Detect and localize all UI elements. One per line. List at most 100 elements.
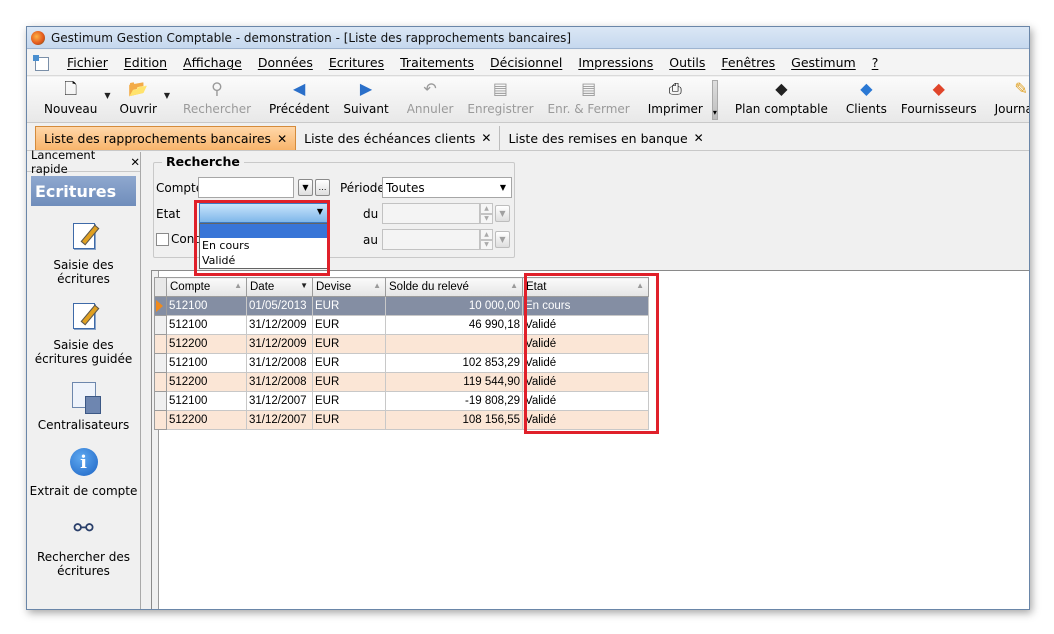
filter-dropdown-icon[interactable]: ▼ xyxy=(300,281,308,290)
table-row[interactable]: 512200 31/12/2009 EUR Validé xyxy=(154,334,649,354)
nouveau-dropdown-icon[interactable]: ▼ xyxy=(104,91,110,100)
du-date-input[interactable] xyxy=(382,203,480,224)
menu-gestimum[interactable]: Gestimum xyxy=(783,55,864,70)
enr-fermer-button[interactable]: ▤ Enr. & Fermer xyxy=(541,76,637,122)
saisie-ecritures-item[interactable]: Saisie des écritures xyxy=(27,220,140,286)
tab-remises-banque[interactable]: Liste des remises en banque ✕ xyxy=(500,126,711,150)
cell-solde[interactable]: 10 000,00 xyxy=(385,296,523,316)
cell-devise[interactable]: EUR xyxy=(312,353,386,373)
cell-etat[interactable]: Validé xyxy=(522,334,649,354)
periode-select[interactable]: Toutes ▼ xyxy=(382,177,512,198)
imprimer-button[interactable]: ⎙ Imprimer xyxy=(641,76,710,122)
ouvrir-button[interactable]: 📂 Ouvrir xyxy=(113,76,164,122)
compte-input[interactable] xyxy=(198,177,294,198)
cell-compte[interactable]: 512100 xyxy=(166,391,247,411)
clients-button[interactable]: ◆ Clients xyxy=(839,76,894,122)
cell-compte[interactable]: 512100 xyxy=(166,353,247,373)
close-icon[interactable]: ✕ xyxy=(277,132,287,146)
cell-compte[interactable]: 512200 xyxy=(166,372,247,392)
precedent-button[interactable]: ◀ Précédent xyxy=(262,76,336,122)
etat-select[interactable]: ▼ xyxy=(199,203,329,223)
cell-devise[interactable]: EUR xyxy=(312,410,386,430)
menu-decisionnel[interactable]: Décisionnel xyxy=(482,55,570,70)
menu-help[interactable]: ? xyxy=(864,55,887,70)
cell-compte[interactable]: 512100 xyxy=(166,315,247,335)
cell-solde[interactable] xyxy=(385,334,523,354)
rechercher-button[interactable]: ⚲ Rechercher xyxy=(176,76,258,122)
menu-donnees[interactable]: Données xyxy=(250,55,321,70)
etat-option-valide[interactable]: Validé xyxy=(200,253,328,268)
cell-solde[interactable]: 46 990,18 xyxy=(385,315,523,335)
plan-comptable-button[interactable]: ◆ Plan comptable xyxy=(728,76,835,122)
table-row[interactable]: 512200 31/12/2007 EUR 108 156,55 Validé xyxy=(154,410,649,430)
close-icon[interactable]: ✕ xyxy=(130,155,140,169)
menu-fichier[interactable]: Fichier xyxy=(59,55,116,70)
au-calendar-button[interactable]: ▼ xyxy=(495,231,510,248)
cell-solde[interactable]: 119 544,90 xyxy=(385,372,523,392)
etat-option-empty[interactable] xyxy=(200,224,328,238)
menu-affichage[interactable]: Affichage xyxy=(175,55,250,70)
ouvrir-dropdown-icon[interactable]: ▼ xyxy=(164,91,170,100)
cell-compte[interactable]: 512100 xyxy=(166,296,247,316)
cell-etat[interactable]: Validé xyxy=(522,410,649,430)
fournisseurs-button[interactable]: ◆ Fournisseurs xyxy=(894,76,984,122)
annuler-button[interactable]: ↶ Annuler xyxy=(400,76,461,122)
rechercher-ecritures-item[interactable]: ⚯ Rechercher des écritures xyxy=(27,512,140,578)
cell-date[interactable]: 01/05/2013 xyxy=(246,296,313,316)
extrait-compte-item[interactable]: i Extrait de compte xyxy=(27,446,140,498)
close-icon[interactable]: ✕ xyxy=(481,131,491,145)
centralisateurs-item[interactable]: Centralisateurs xyxy=(27,380,140,432)
compte-dropdown-button[interactable]: ▼ xyxy=(298,179,313,196)
col-compte[interactable]: Compte ▲ xyxy=(166,277,247,297)
table-row[interactable]: 512100 01/05/2013 EUR 10 000,00 En cours xyxy=(154,296,649,316)
table-row[interactable]: 512100 31/12/2009 EUR 46 990,18 Validé xyxy=(154,315,649,335)
cell-devise[interactable]: EUR xyxy=(312,391,386,411)
du-calendar-button[interactable]: ▼ xyxy=(495,205,510,222)
suivant-button[interactable]: ▶ Suivant xyxy=(336,76,395,122)
au-spinner[interactable]: ▲ ▼ xyxy=(480,229,493,250)
col-devise[interactable]: Devise ▲ xyxy=(312,277,386,297)
du-spinner[interactable]: ▲ ▼ xyxy=(480,203,493,224)
document-menu-icon[interactable] xyxy=(33,54,51,71)
cell-compte[interactable]: 512200 xyxy=(166,334,247,354)
cont-checkbox[interactable] xyxy=(156,233,169,246)
col-date[interactable]: Date ▼ xyxy=(246,277,313,297)
journaux-button[interactable]: ✎ Journaux xyxy=(988,76,1029,122)
cell-solde[interactable]: 102 853,29 xyxy=(385,353,523,373)
cell-devise[interactable]: EUR xyxy=(312,334,386,354)
close-icon[interactable]: ✕ xyxy=(694,131,704,145)
menu-edition[interactable]: Edition xyxy=(116,55,175,70)
col-solde[interactable]: Solde du relevé ▲ xyxy=(385,277,523,297)
saisie-guidee-item[interactable]: Saisie des écritures guidée xyxy=(27,300,140,366)
cell-devise[interactable]: EUR xyxy=(312,296,386,316)
table-row[interactable]: 512100 31/12/2008 EUR 102 853,29 Validé xyxy=(154,353,649,373)
cell-date[interactable]: 31/12/2009 xyxy=(246,334,313,354)
cell-etat[interactable]: Validé xyxy=(522,353,649,373)
nouveau-button[interactable]: 🗋 Nouveau xyxy=(37,76,104,122)
table-row[interactable]: 512200 31/12/2008 EUR 119 544,90 Validé xyxy=(154,372,649,392)
cell-date[interactable]: 31/12/2009 xyxy=(246,315,313,335)
cell-date[interactable]: 31/12/2008 xyxy=(246,372,313,392)
table-row[interactable]: 512100 31/12/2007 EUR -19 808,29 Validé xyxy=(154,391,649,411)
cell-etat[interactable]: En cours xyxy=(522,296,649,316)
toolbar-overflow-button[interactable]: ▾ xyxy=(711,80,718,120)
menu-fenetres[interactable]: Fenêtres xyxy=(713,55,783,70)
cell-devise[interactable]: EUR xyxy=(312,315,386,335)
cell-etat[interactable]: Validé xyxy=(522,391,649,411)
cell-devise[interactable]: EUR xyxy=(312,372,386,392)
cell-date[interactable]: 31/12/2007 xyxy=(246,410,313,430)
au-date-input[interactable] xyxy=(382,229,480,250)
cell-solde[interactable]: 108 156,55 xyxy=(385,410,523,430)
cell-solde[interactable]: -19 808,29 xyxy=(385,391,523,411)
tab-rapprochements[interactable]: Liste des rapprochements bancaires ✕ xyxy=(35,126,297,150)
cell-date[interactable]: 31/12/2007 xyxy=(246,391,313,411)
cell-date[interactable]: 31/12/2008 xyxy=(246,353,313,373)
cell-compte[interactable]: 512200 xyxy=(166,410,247,430)
cell-etat[interactable]: Validé xyxy=(522,315,649,335)
tab-echeances-clients[interactable]: Liste des échéances clients ✕ xyxy=(296,126,501,150)
etat-option-en-cours[interactable]: En cours xyxy=(200,238,328,253)
cell-etat[interactable]: Validé xyxy=(522,372,649,392)
col-etat[interactable]: Etat ▲ xyxy=(522,277,649,297)
compte-browse-button[interactable]: … xyxy=(315,179,330,196)
menu-outils[interactable]: Outils xyxy=(661,55,713,70)
